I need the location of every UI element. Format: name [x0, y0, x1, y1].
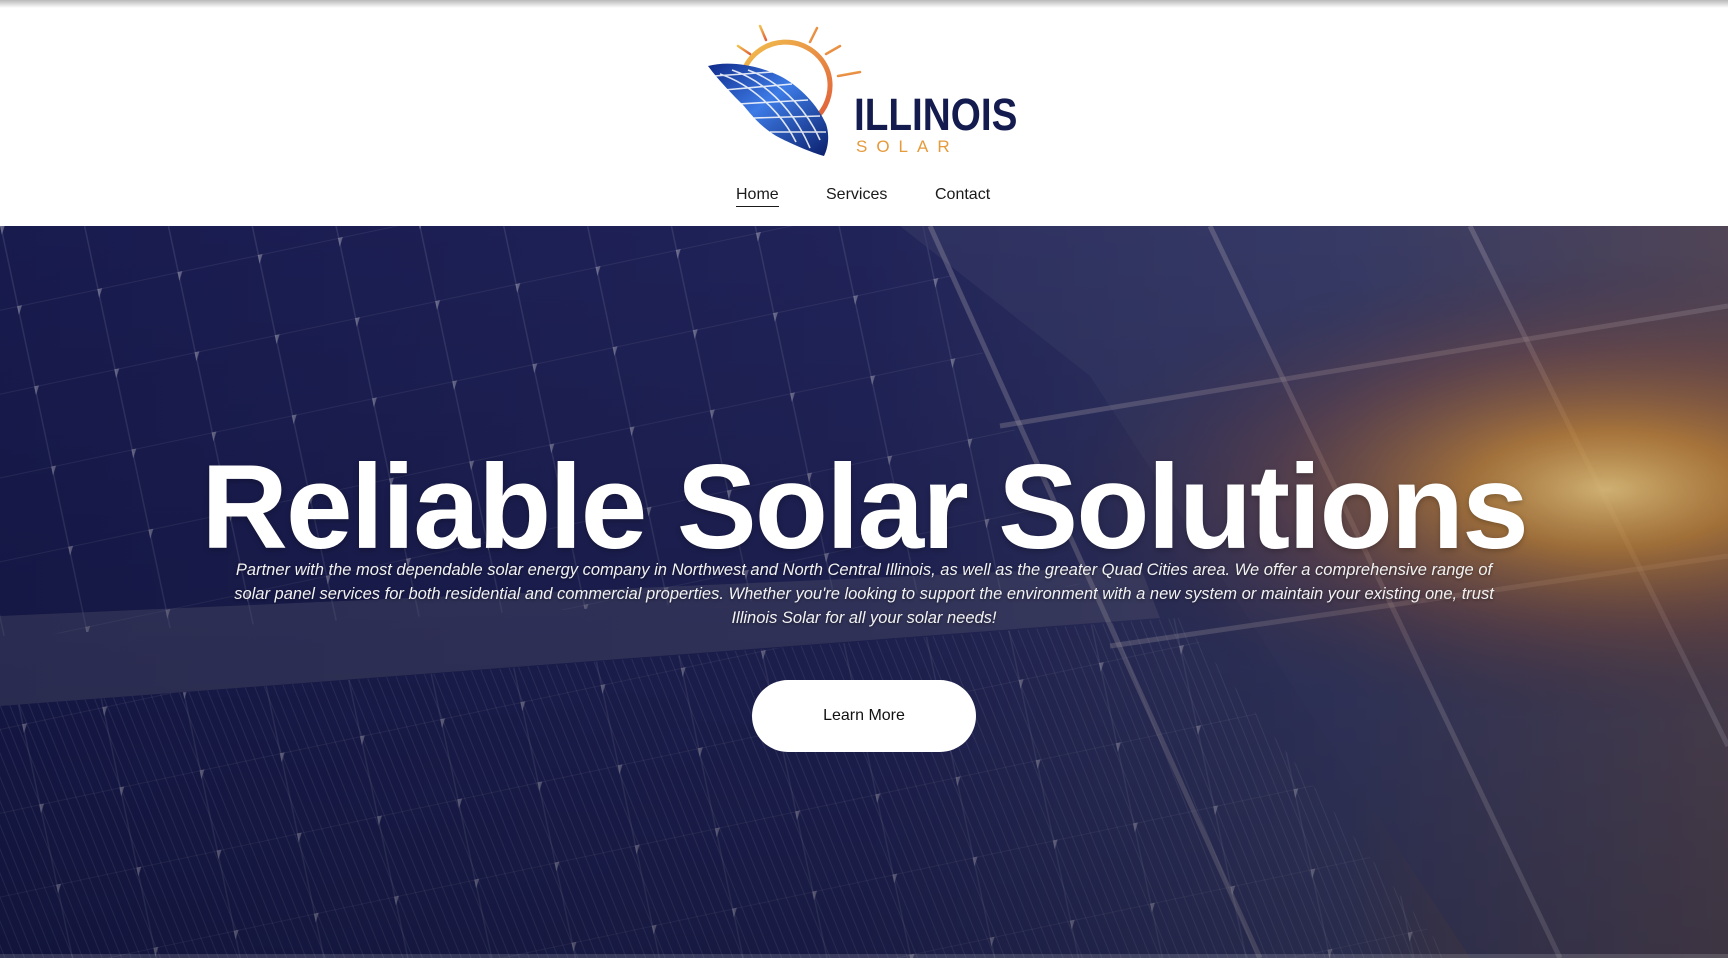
logo-tagline: SOLAR — [856, 137, 959, 156]
nav-item-home[interactable]: Home — [736, 185, 779, 207]
learn-more-button[interactable]: Learn More — [752, 680, 976, 752]
hero-section: Reliable Solar Solutions Partner with th… — [0, 226, 1728, 958]
main-nav: Home Services Contact — [0, 185, 1728, 209]
nav-item-services[interactable]: Services — [826, 185, 887, 205]
page: ILLINOIS SOLAR Home Services Contact Rel… — [0, 0, 1728, 958]
site-logo[interactable]: ILLINOIS SOLAR — [700, 14, 1030, 164]
top-edge-shadow — [0, 0, 1728, 8]
hero-title: Reliable Solar Solutions — [201, 440, 1529, 574]
site-header: ILLINOIS SOLAR Home Services Contact — [0, 0, 1728, 226]
hero-description: Partner with the most dependable solar e… — [234, 561, 1494, 627]
nav-item-contact[interactable]: Contact — [935, 185, 990, 205]
logo-wordmark: ILLINOIS — [854, 89, 1018, 140]
